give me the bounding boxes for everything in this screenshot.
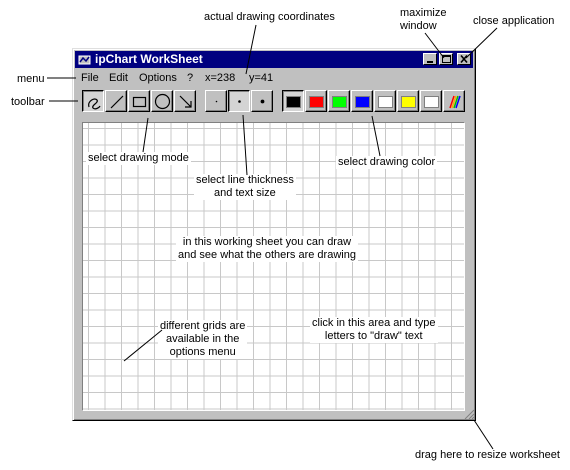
annotation-leader-lines [47,24,498,450]
